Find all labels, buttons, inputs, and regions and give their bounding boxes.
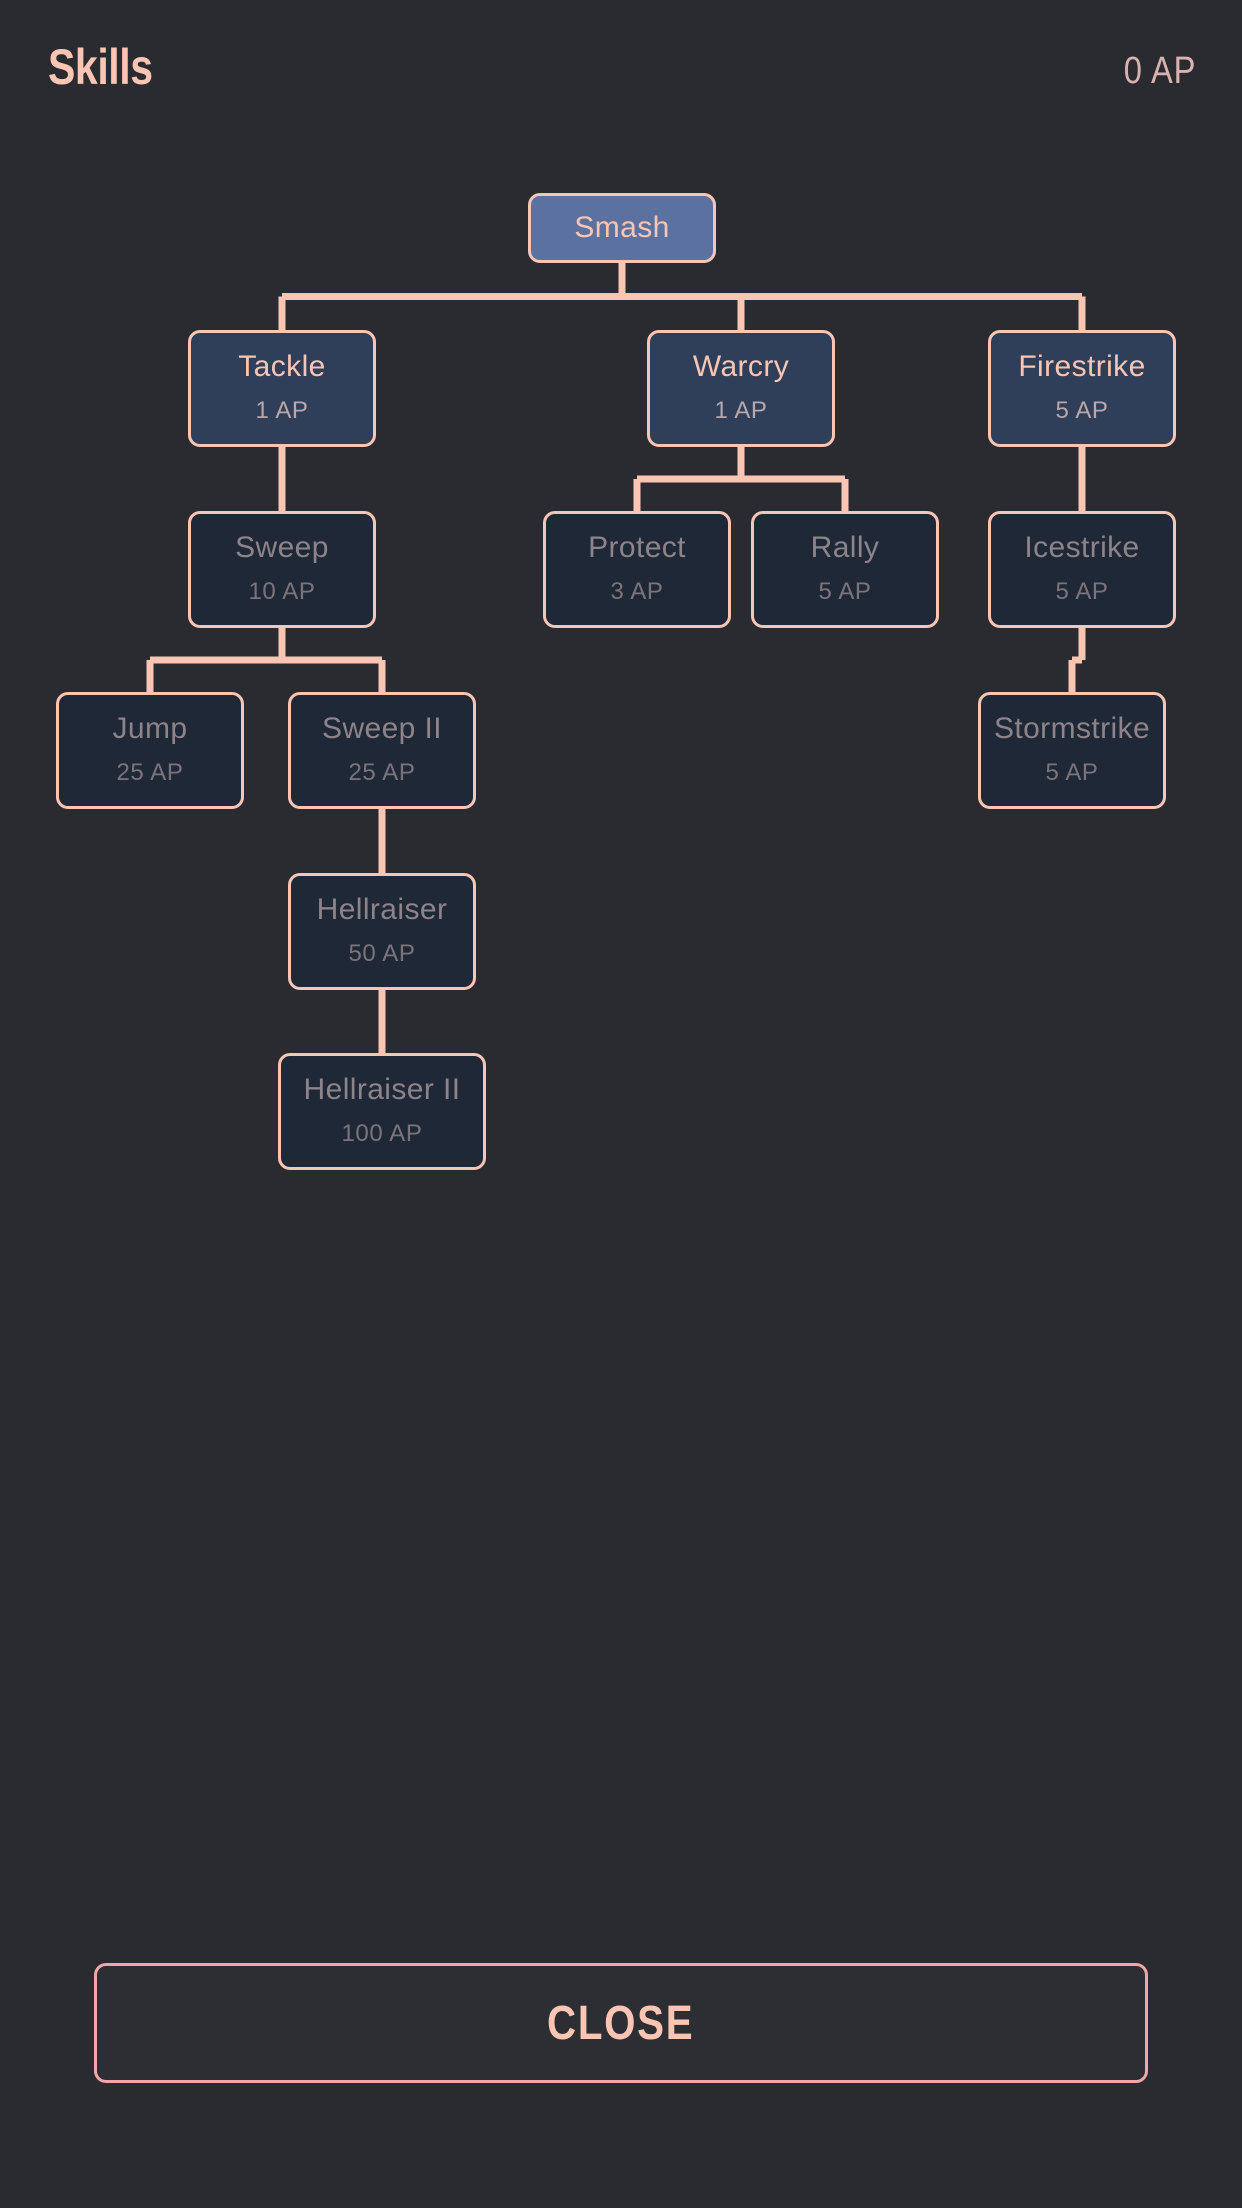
skill-node-cost: 1 AP <box>714 397 768 424</box>
skill-node-sweep[interactable]: Sweep 10 AP <box>188 511 376 628</box>
skill-node-tackle[interactable]: Tackle 1 AP <box>188 330 376 447</box>
skill-node-name: Sweep II <box>322 712 442 745</box>
skill-node-cost: 100 AP <box>341 1120 423 1147</box>
skill-node-name: Firestrike <box>1018 350 1146 383</box>
close-button-label: CLOSE <box>547 1996 695 2050</box>
skill-node-cost: 50 AP <box>348 940 416 967</box>
skill-node-cost: 5 AP <box>1055 578 1109 605</box>
skill-node-name: Tackle <box>238 350 326 383</box>
skill-node-stormstrike[interactable]: Stormstrike 5 AP <box>978 692 1166 809</box>
skill-node-warcry[interactable]: Warcry 1 AP <box>647 330 835 447</box>
skill-node-cost: 5 AP <box>818 578 872 605</box>
skill-node-name: Jump <box>112 712 188 745</box>
skill-node-hellraiser2[interactable]: Hellraiser II 100 AP <box>278 1053 486 1170</box>
skill-node-name: Hellraiser <box>316 893 448 926</box>
skill-node-icestrike[interactable]: Icestrike 5 AP <box>988 511 1176 628</box>
skill-node-cost: 3 AP <box>610 578 664 605</box>
skill-tree: Smash Tackle 1 AP Warcry 1 AP Firestrike 5 AP S… <box>0 0 1242 1900</box>
skill-node-cost: 5 AP <box>1045 759 1099 786</box>
skill-node-name: Stormstrike <box>993 712 1151 745</box>
skill-node-sweep2[interactable]: Sweep II 25 AP <box>288 692 476 809</box>
skill-node-name: Protect <box>588 531 686 564</box>
close-button[interactable]: CLOSE <box>94 1963 1148 2083</box>
skill-node-cost: 5 AP <box>1055 397 1109 424</box>
skill-node-firestrike[interactable]: Firestrike 5 AP <box>988 330 1176 447</box>
skill-node-cost: 25 AP <box>348 759 416 786</box>
skill-tree-connectors <box>146 263 1086 1053</box>
skill-node-name: Smash <box>574 211 670 244</box>
skill-node-jump[interactable]: Jump 25 AP <box>56 692 244 809</box>
skill-node-smash[interactable]: Smash <box>528 193 716 263</box>
skill-node-cost: 25 AP <box>116 759 184 786</box>
skill-node-name: Sweep <box>235 531 329 564</box>
skill-node-name: Warcry <box>692 350 790 383</box>
skill-node-cost: 10 AP <box>248 578 316 605</box>
skill-node-name: Icestrike <box>1024 531 1140 564</box>
skill-node-protect[interactable]: Protect 3 AP <box>543 511 731 628</box>
skill-node-name: Rally <box>810 531 880 564</box>
skill-node-name: Hellraiser II <box>303 1073 461 1106</box>
skill-node-cost: 1 AP <box>255 397 309 424</box>
skill-node-rally[interactable]: Rally 5 AP <box>751 511 939 628</box>
skill-node-hellraiser[interactable]: Hellraiser 50 AP <box>288 873 476 990</box>
